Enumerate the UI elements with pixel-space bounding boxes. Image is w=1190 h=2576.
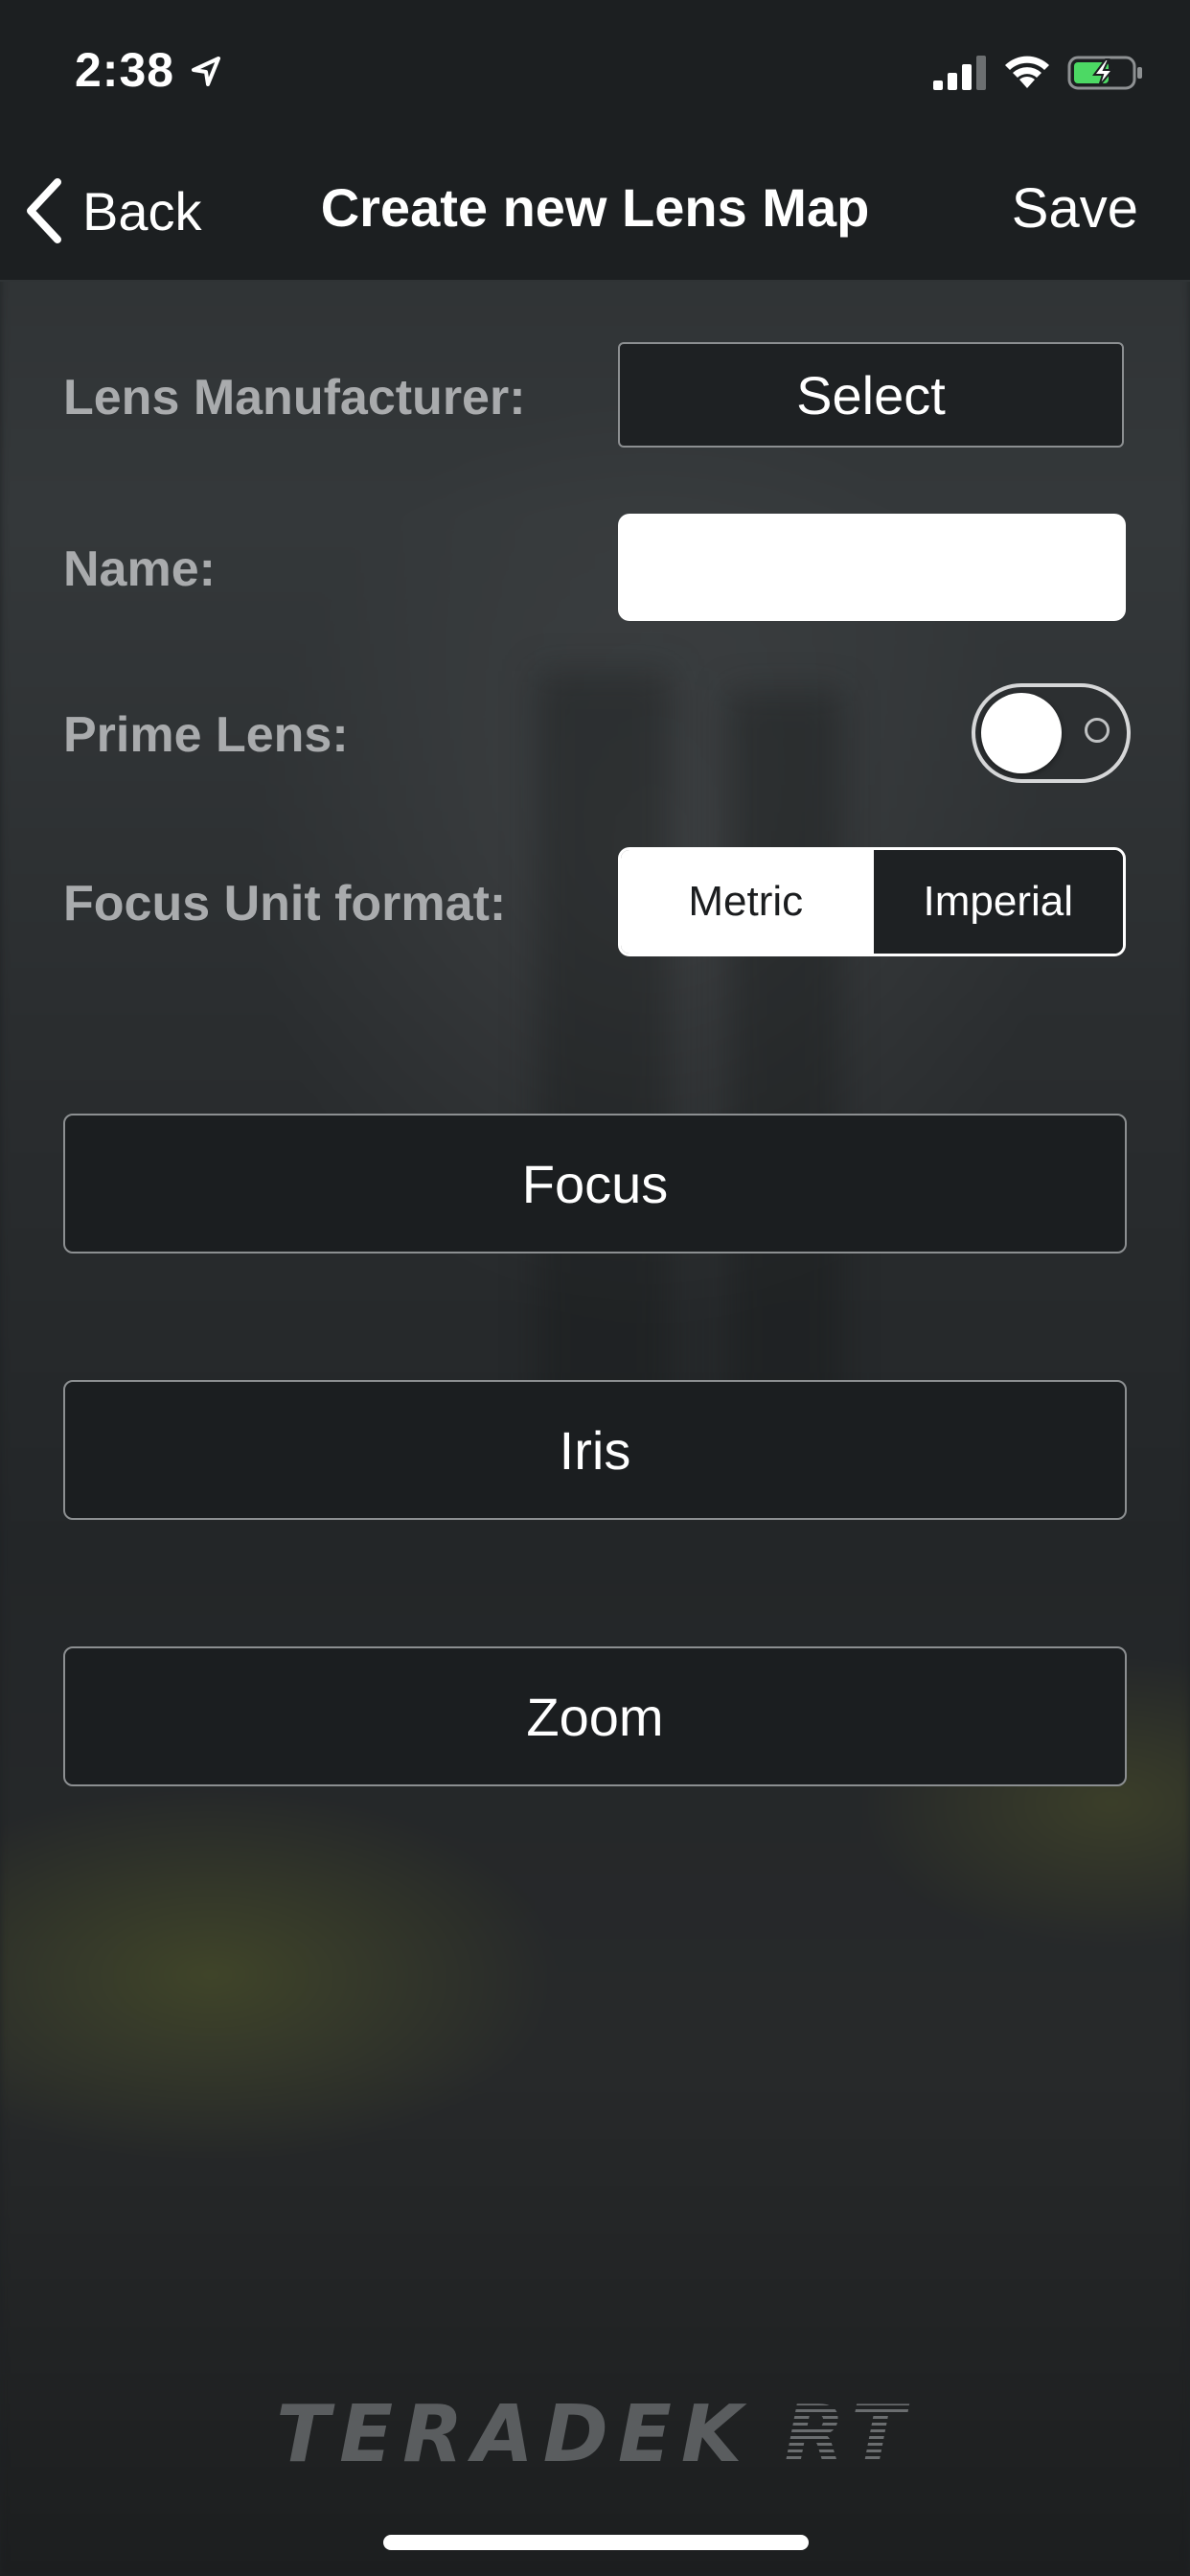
segment-metric[interactable]: Metric — [621, 850, 871, 954]
name-input[interactable] — [618, 514, 1126, 621]
toggle-knob — [981, 693, 1062, 773]
cellular-signal-icon — [933, 56, 986, 90]
save-button[interactable]: Save — [1012, 176, 1138, 241]
lens-manufacturer-label: Lens Manufacturer: — [63, 370, 526, 426]
prime-lens-toggle[interactable] — [972, 683, 1131, 783]
background-blur-shape — [537, 671, 671, 1438]
status-bar: 2:38 — [0, 0, 1190, 144]
background-blur-shape — [728, 690, 843, 1418]
location-arrow-icon — [192, 57, 220, 86]
prime-lens-label: Prime Lens: — [63, 707, 349, 763]
segment-imperial[interactable]: Imperial — [870, 850, 1123, 954]
focus-unit-segmented-control: Metric Imperial — [618, 847, 1126, 956]
home-indicator — [383, 2535, 809, 2550]
logo-suffix: RT — [784, 2388, 914, 2480]
battery-charging-icon — [1067, 56, 1142, 90]
lens-manufacturer-select[interactable]: Select — [618, 342, 1124, 448]
toggle-off-icon — [1085, 718, 1110, 743]
name-label: Name: — [63, 541, 216, 597]
wifi-icon — [1005, 56, 1049, 88]
focus-button[interactable]: Focus — [63, 1114, 1127, 1254]
teradek-rt-logo: TERADEK RT — [240, 2389, 950, 2480]
navigation-bar: Back Create new Lens Map Save — [0, 144, 1190, 282]
iris-button[interactable]: Iris — [63, 1380, 1127, 1520]
zoom-button[interactable]: Zoom — [63, 1646, 1127, 1786]
logo-text: TERADEK — [276, 2388, 752, 2480]
status-time: 2:38 — [75, 43, 175, 97]
focus-unit-format-label: Focus Unit format: — [63, 876, 507, 932]
